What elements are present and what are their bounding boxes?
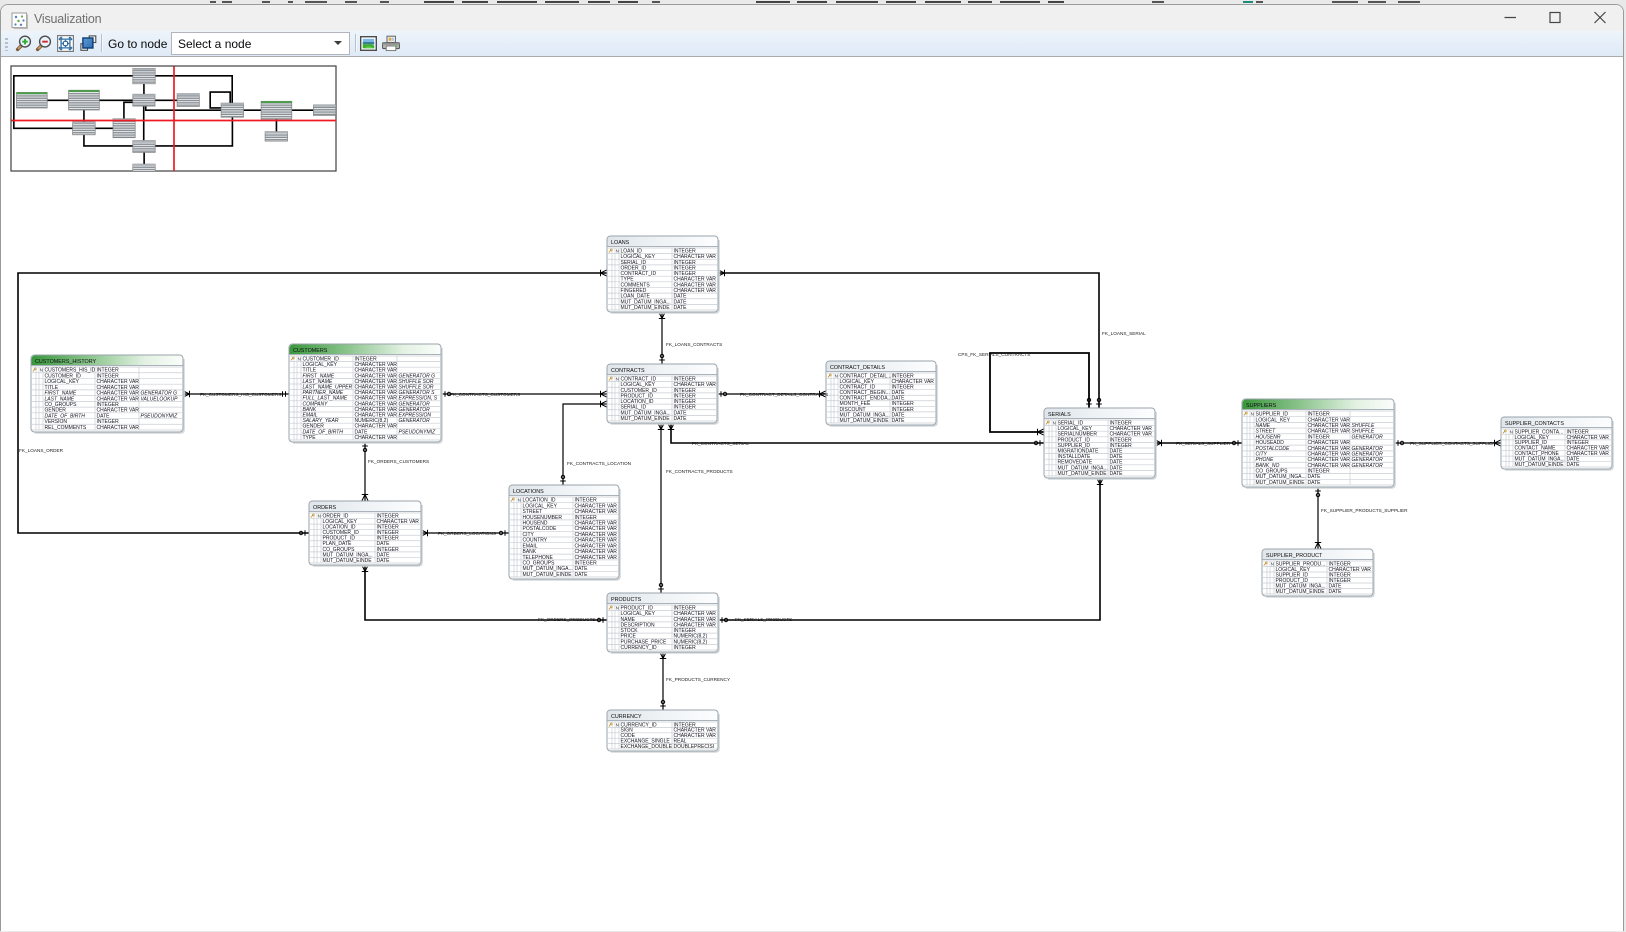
svg-text:FK_CONTRACTS_CUSTOMERS: FK_CONTRACTS_CUSTOMERS xyxy=(450,392,520,397)
svg-text:FK_CONTRACTS_LOCATION: FK_CONTRACTS_LOCATION xyxy=(567,461,631,466)
svg-text:FK_SUPPLIER_CONTACTS_SUPPLIER: FK_SUPPLIER_CONTACTS_SUPPLIER xyxy=(1410,441,1496,446)
svg-text:FK_LOANS_SERIAL: FK_LOANS_SERIAL xyxy=(1102,331,1146,336)
svg-text:CPS_FK_SERIALS_CONTRACTS: CPS_FK_SERIALS_CONTRACTS xyxy=(958,352,1030,357)
svg-text:FK_CONTRACTS_PRODUCTS: FK_CONTRACTS_PRODUCTS xyxy=(666,469,733,474)
svg-text:FK_CUSTOMERS_HIS_CUSTOMERS: FK_CUSTOMERS_HIS_CUSTOMERS xyxy=(200,392,281,397)
svg-text:FK_CONTRACTS_SERIAL: FK_CONTRACTS_SERIAL xyxy=(692,441,749,446)
svg-text:FK_ORDERS_CUSTOMERS: FK_ORDERS_CUSTOMERS xyxy=(368,459,429,464)
svg-text:FK_PRODUCTS_CURRENCY: FK_PRODUCTS_CURRENCY xyxy=(666,677,731,682)
svg-text:FK_LOANS_CONTRACTS: FK_LOANS_CONTRACTS xyxy=(666,342,722,347)
svg-text:FK_LOANS_ORDER: FK_LOANS_ORDER xyxy=(19,448,64,453)
svg-text:FK_ORDERS_LOCATIONS: FK_ORDERS_LOCATIONS xyxy=(438,531,496,536)
svg-text:FK_ORDERS_PRODUCTS: FK_ORDERS_PRODUCTS xyxy=(538,617,596,622)
svg-text:FK_SERIALS_SUPPLIER: FK_SERIALS_SUPPLIER xyxy=(1176,441,1231,446)
svg-text:FK_CONTRACT_DETAILS_CONTRACTS: FK_CONTRACT_DETAILS_CONTRACTS xyxy=(740,392,828,397)
svg-text:FK_SERIALS_PRODUCTS: FK_SERIALS_PRODUCTS xyxy=(735,617,792,622)
svg-text:FK_SUPPLIER_PRODUCTS_SUPPLIER: FK_SUPPLIER_PRODUCTS_SUPPLIER xyxy=(1321,508,1408,513)
